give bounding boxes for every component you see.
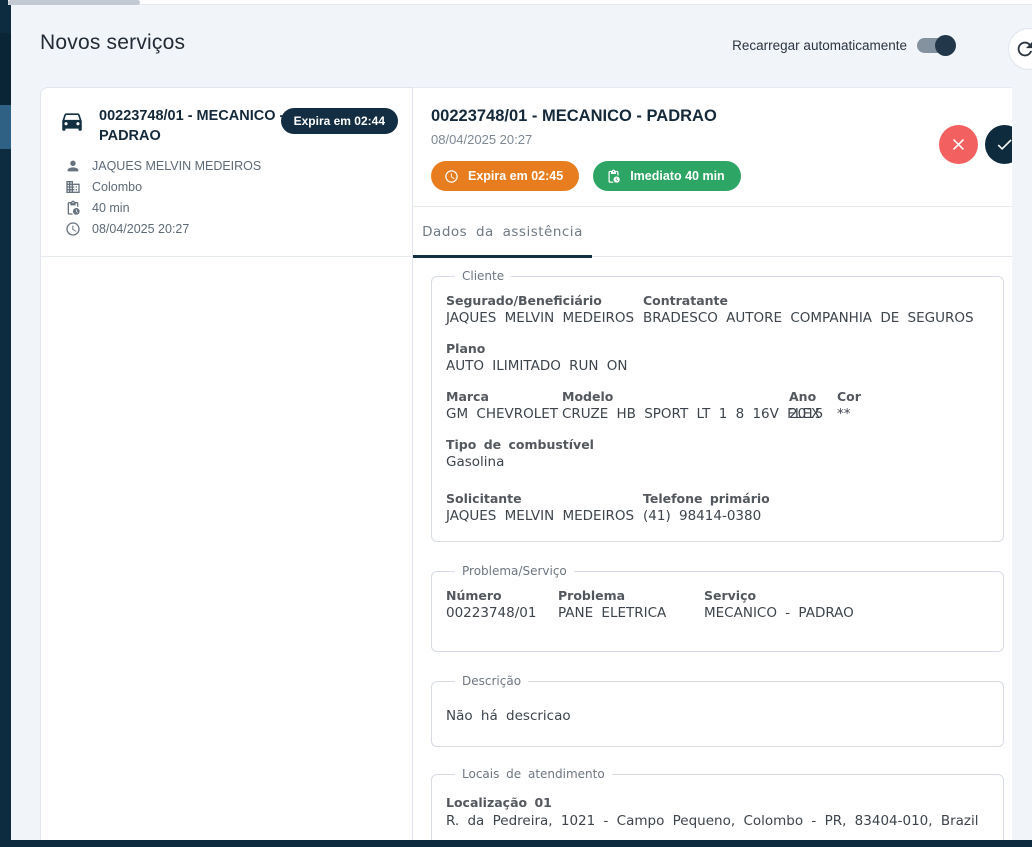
cor-value: ** (837, 406, 851, 422)
cliente-fieldset: Cliente Segurado/Beneficiário JAQUES MEL… (431, 269, 1004, 542)
clock-icon (445, 169, 458, 183)
car-icon (59, 106, 85, 139)
expires-badge: Expira em 02:45 (431, 161, 580, 191)
auto-reload-toggle[interactable] (917, 35, 956, 56)
reject-service-button[interactable] (939, 125, 978, 164)
service-detail-panel: 00223748/01 - MECANICO - PADRAO 08/04/20… (413, 87, 1012, 840)
page-header: Novos serviços Recarregar automaticament… (0, 5, 1032, 87)
problema-servico-legend: Problema/Serviço (462, 564, 567, 578)
marca-label: Marca (446, 389, 489, 404)
clipboard-clock-icon (608, 169, 620, 183)
auto-reload-control: Recarregar automaticamente (732, 35, 956, 56)
refresh-icon (1017, 41, 1032, 57)
clipboard-clock-icon (67, 200, 80, 215)
card-eta: 40 min (92, 201, 130, 215)
detail-header: 00223748/01 - MECANICO - PADRAO 08/04/20… (413, 88, 1012, 206)
detail-title: 00223748/01 - MECANICO - PADRAO (431, 107, 717, 125)
descricao-fieldset: Descrição Não há descricao (431, 674, 1004, 747)
person-icon (67, 160, 79, 172)
service-card-expire-badge: Expira em 02:44 (280, 108, 398, 134)
top-scrollbar[interactable] (0, 0, 1032, 5)
numero-label: Número (446, 588, 502, 603)
card-city: Colombo (92, 180, 143, 194)
accept-service-button[interactable] (985, 125, 1012, 164)
localizacao-label: Localização 01 (446, 795, 552, 810)
building-icon (66, 181, 80, 193)
segurado-label: Segurado/Beneficiário (446, 293, 602, 308)
contratante-label: Contratante (643, 293, 728, 308)
problema-value: PANE ELETRICA (558, 605, 667, 621)
left-nav-rail[interactable] (0, 5, 11, 840)
combustivel-value: Gasolina (446, 454, 505, 470)
segurado-value: JAQUES MELVIN MEDEIROS (446, 310, 635, 326)
page-title: Novos serviços (40, 31, 186, 54)
telefone-value: (41) 98414-0380 (643, 508, 762, 524)
servico-value: MECANICO - PADRAO (704, 605, 854, 621)
localizacao-address: R. da Pedreira, 1021 - Campo Pequeno, Co… (446, 813, 979, 829)
card-datetime-row: 08/04/2025 20:27 (65, 221, 396, 237)
service-card[interactable]: 00223748/01 - MECANICO - PADRAO Expira e… (41, 88, 412, 257)
locais-fieldset: Locais de atendimento Localização 01 R. … (431, 767, 1004, 840)
top-scrollbar-thumb[interactable] (8, 0, 140, 5)
auto-reload-label: Recarregar automaticamente (732, 38, 907, 53)
detail-body: Cliente Segurado/Beneficiário JAQUES MEL… (413, 257, 1012, 840)
descricao-text: Não há descricao (446, 708, 571, 724)
contratante-value: BRADESCO AUTORE COMPANHIA DE SEGUROS (643, 310, 974, 326)
numero-value: 00223748/01 (446, 605, 537, 621)
immediate-badge: Imediato 40 min (593, 161, 741, 191)
locais-legend: Locais de atendimento (462, 767, 605, 781)
card-datetime: 08/04/2025 20:27 (92, 222, 190, 236)
service-list-panel: 00223748/01 - MECANICO - PADRAO Expira e… (40, 87, 413, 840)
refresh-button[interactable] (1008, 28, 1032, 70)
left-nav-segment (0, 33, 11, 105)
problema-label: Problema (558, 588, 626, 603)
bottom-bar (0, 840, 1032, 847)
modelo-value: CRUZE HB SPORT LT 1 8 16V FLEX (562, 406, 821, 422)
clock-icon (66, 222, 80, 236)
tab-dados-assistencia[interactable]: Dados da assistência (413, 207, 592, 256)
ano-label: Ano (789, 389, 817, 404)
cliente-legend: Cliente (462, 269, 505, 283)
ano-value: 2015 (789, 406, 824, 422)
detail-tab-bar: Dados da assistência (413, 206, 1012, 258)
toggle-knob (935, 35, 956, 56)
servico-label: Serviço (704, 588, 757, 603)
service-card-title: 00223748/01 - MECANICO - PADRAO (99, 108, 285, 144)
detail-datetime: 08/04/2025 20:27 (431, 132, 533, 147)
card-eta-row: 40 min (65, 200, 396, 216)
combustivel-label: Tipo de combustível (446, 437, 594, 452)
descricao-legend: Descrição (462, 674, 522, 688)
check-icon (997, 139, 1012, 151)
plano-label: Plano (446, 341, 486, 356)
solicitante-label: Solicitante (446, 491, 522, 506)
telefone-label: Telefone primário (643, 491, 770, 506)
problema-servico-fieldset: Problema/Serviço Número 00223748/01 Prob… (431, 564, 1004, 652)
plano-value: AUTO ILIMITADO RUN ON (446, 358, 628, 374)
card-city-row: Colombo (65, 179, 396, 195)
marca-value: GM CHEVROLET (446, 406, 559, 422)
expires-badge-label: Expira em 02:45 (468, 169, 564, 183)
card-customer-name: JAQUES MELVIN MEDEIROS (92, 159, 262, 173)
left-nav-active-item[interactable] (0, 105, 11, 149)
immediate-badge-label: Imediato 40 min (630, 169, 725, 183)
modelo-label: Modelo (562, 389, 614, 404)
top-scrollbar-corner (0, 0, 8, 5)
close-icon (952, 138, 965, 151)
cor-label: Cor (837, 389, 861, 404)
card-customer-row: JAQUES MELVIN MEDEIROS (65, 158, 396, 174)
solicitante-value: JAQUES MELVIN MEDEIROS (446, 508, 635, 524)
